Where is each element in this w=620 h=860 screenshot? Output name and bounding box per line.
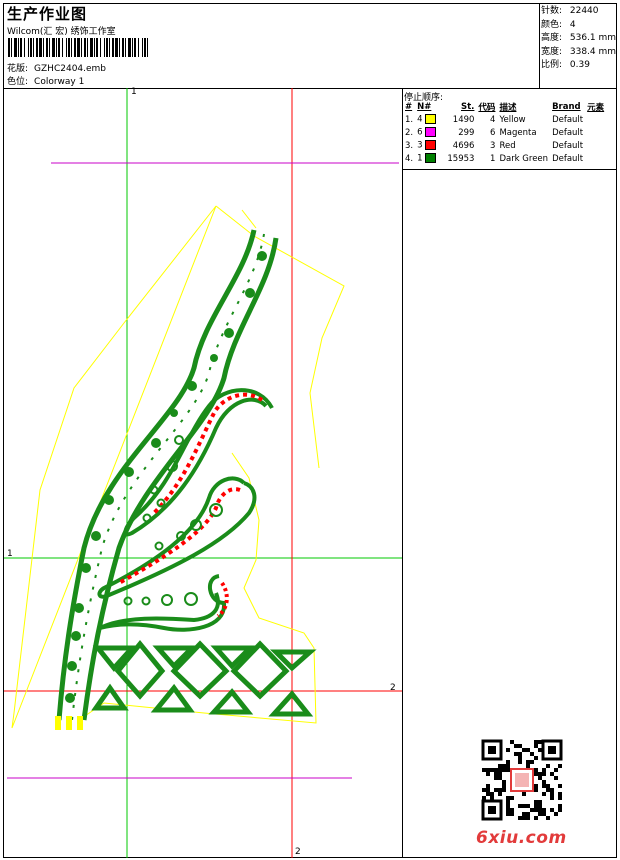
piece-outline-bottom — [78, 452, 317, 724]
design-stats: 针数: 22440 颜色: 4 高度: 536.1 mm 宽度: 338.4 m… — [541, 5, 616, 73]
color-swatch-magenta — [425, 127, 437, 138]
colorway-value: Colorway 1 — [34, 77, 85, 87]
color-swatch-red — [425, 140, 437, 151]
embroidery-design-canvas — [4, 88, 402, 858]
stat-height: 高度: 536.1 mm — [541, 33, 617, 44]
col-index: # — [405, 102, 413, 112]
col-brand: Brand — [552, 102, 581, 112]
stem-tip-yellow — [55, 716, 83, 730]
table-divider — [402, 169, 617, 170]
outline-notch — [241, 209, 257, 229]
guide-marker-h2: 2 — [390, 683, 396, 693]
guide-marker-h1: 1 — [7, 549, 13, 559]
table-row: 3. 3 4696 3 Red Default — [405, 140, 584, 151]
stat-colors: 颜色: 4 — [541, 19, 576, 30]
guide-marker-v1: 1 — [131, 87, 137, 97]
barcode — [8, 38, 148, 57]
colorway-label: 色位: — [7, 77, 29, 87]
design-file-line: 花版: GZHC2404.emb — [7, 61, 112, 74]
table-row: 4. 1 15953 1 Dark Green Default — [405, 153, 584, 164]
guide-marker-v2: 2 — [295, 847, 301, 857]
stat-stitches: 针数: 22440 — [541, 6, 599, 16]
table-row: 1. 4 1490 4 Yellow Default — [405, 114, 584, 125]
col-code: 代码 — [478, 103, 496, 113]
geometric-border — [91, 640, 317, 717]
stat-width: 宽度: 338.4 mm — [541, 46, 617, 57]
page-title: 生产作业图 — [7, 5, 88, 23]
watermark-logo: 6xiu.com — [476, 828, 567, 848]
canvas-divider — [402, 88, 403, 858]
col-element: 元素 — [587, 103, 605, 113]
color-swatch-yellow — [425, 114, 437, 125]
col-needle: N# — [417, 102, 432, 112]
table-header-row: # N# St. 代码 描述 Brand 元素 — [403, 101, 606, 113]
col-description: 描述 — [499, 103, 517, 113]
company-name: Wilcom(汇 宏) 绣饰工作室 — [7, 27, 116, 37]
design-value: GZHC2404.emb — [34, 64, 107, 74]
stats-divider — [539, 3, 540, 88]
col-stitches: St. — [461, 102, 475, 112]
stat-scale: 比例: 0.39 — [541, 60, 590, 71]
qr-code — [481, 739, 563, 821]
colorway-line: 色位: Colorway 1 — [7, 74, 90, 87]
color-swatch-dark-green — [425, 153, 437, 164]
table-row: 2. 6 299 6 Magenta Default — [405, 127, 584, 138]
stop-sequence-table: # N# St. 代码 描述 Brand 元素 1. 4 1490 4 Yell… — [403, 101, 606, 165]
design-label: 花版: — [7, 64, 29, 74]
